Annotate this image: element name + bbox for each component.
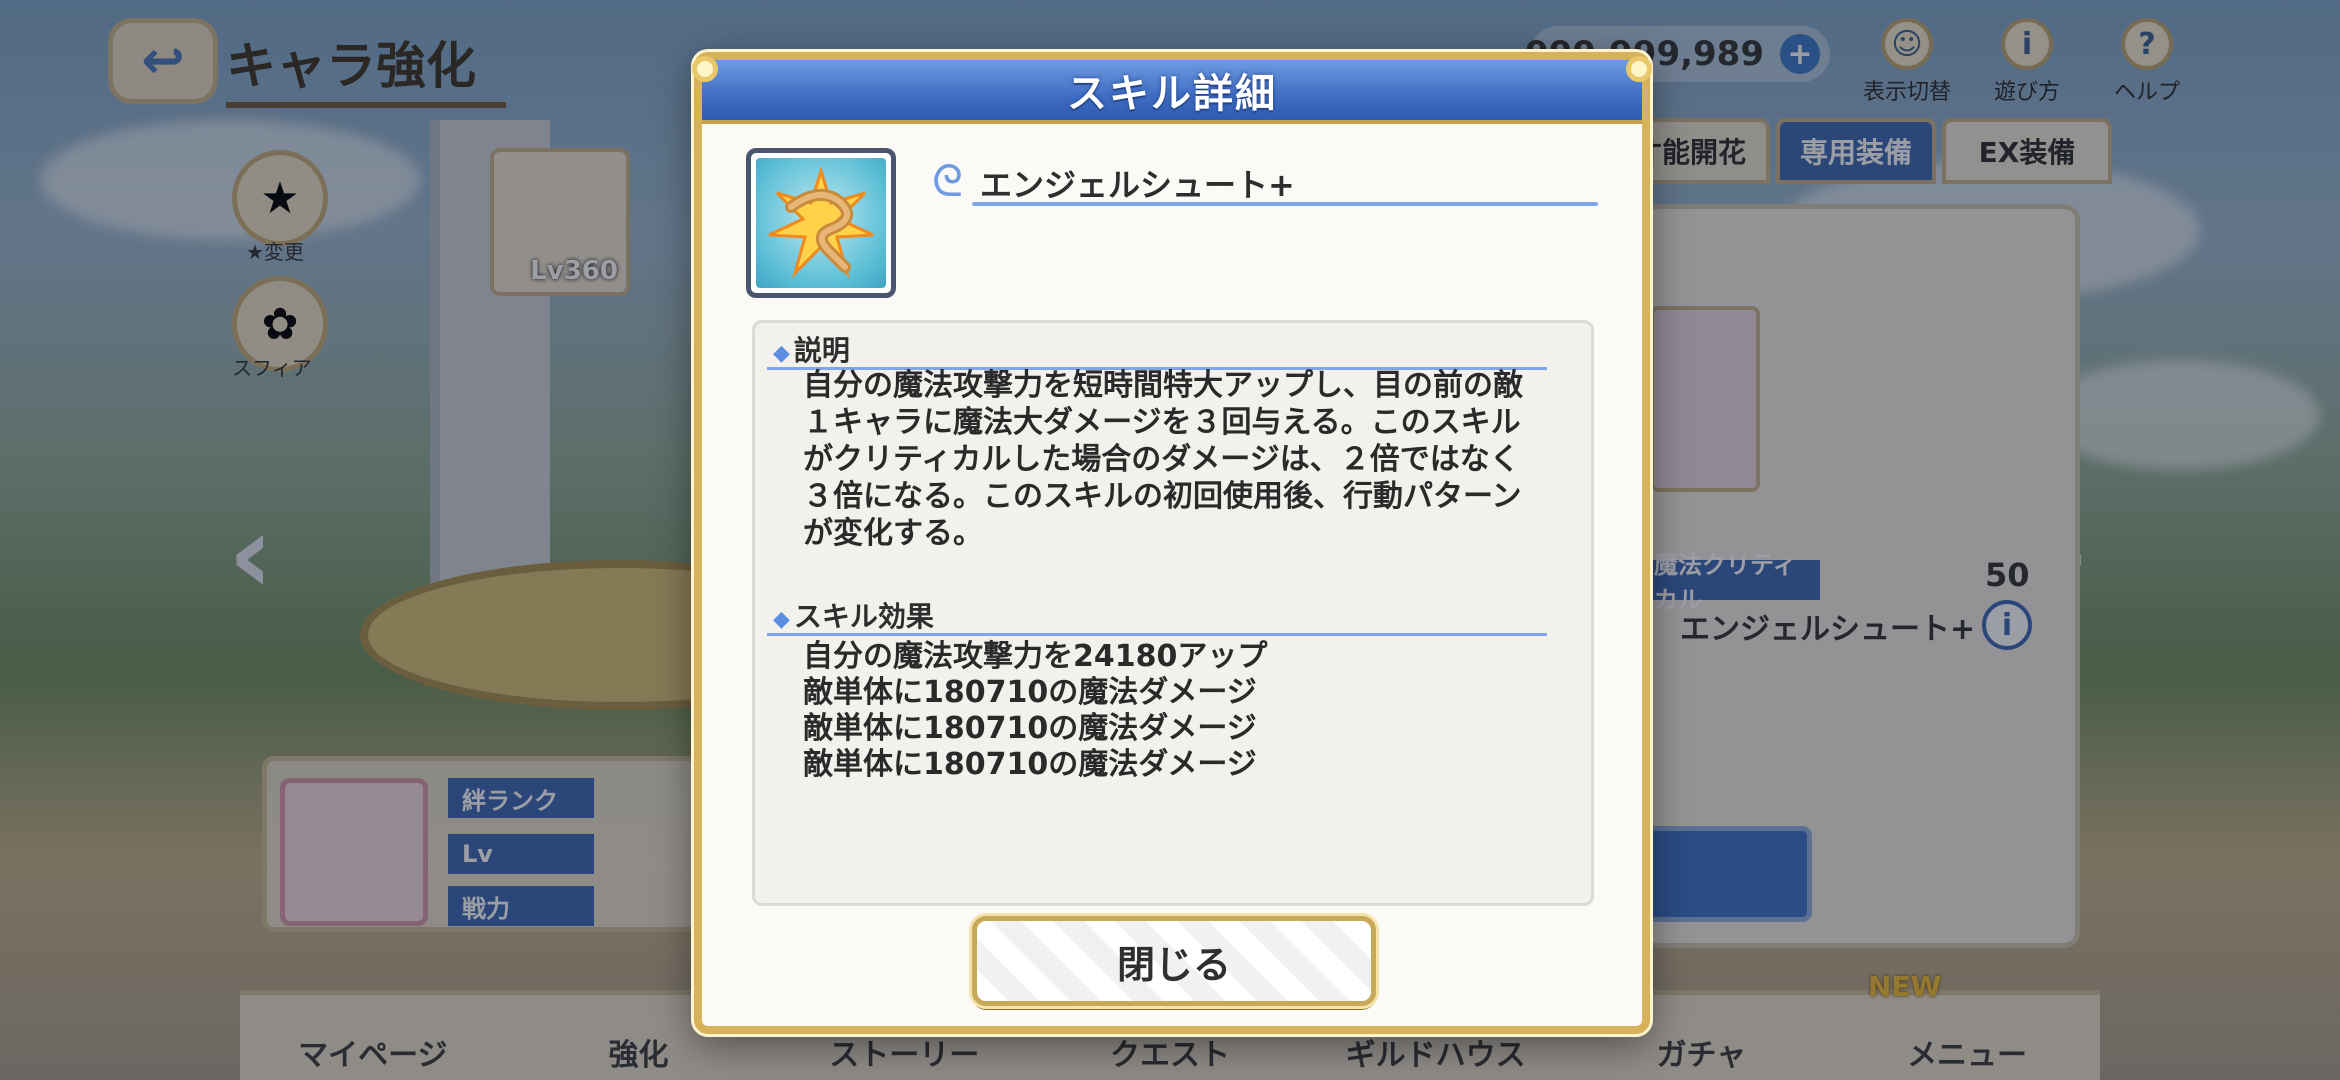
description-line: ３倍になる。このスキルの初回使用後、行動パターン <box>803 479 1522 514</box>
description-heading-text: 説明 <box>793 334 850 367</box>
effect-divider <box>767 633 1547 636</box>
effect-line: 敵単体に180710の魔法ダメージ <box>803 675 1257 710</box>
effect-line: 自分の魔法攻撃力を24180アップ <box>803 639 1268 674</box>
description-line: １キャラに魔法大ダメージを３回与える。このスキル <box>803 405 1521 440</box>
effect-heading: ◆ スキル効果 <box>773 595 934 635</box>
effect-line: 敵単体に180710の魔法ダメージ <box>803 747 1257 782</box>
dialog-header: スキル詳細 <box>702 60 1642 124</box>
angel-shoot-skill-icon <box>756 158 886 288</box>
effect-heading-text: スキル効果 <box>793 600 934 633</box>
description-heading: ◆ 説明 <box>773 329 850 369</box>
skill-description-panel: ◆ 説明 自分の魔法攻撃力を短時間特大アップし、目の前の敵 １キャラに魔法大ダメー… <box>752 320 1594 906</box>
description-line: がクリティカルした場合のダメージは、２倍ではなく <box>803 442 1520 477</box>
description-text: 自分の魔法攻撃力を短時間特大アップし、目の前の敵 １キャラに魔法大ダメージを３回… <box>803 367 1543 552</box>
skill-detail-dialog: スキル詳細 ᘓ エンジェルシュート+ ◆ 説明 自分の魔法攻撃力を短時間特大アップ… <box>692 52 1652 1034</box>
swirl-ornament-icon: ᘓ <box>932 156 963 207</box>
corner-ornament-icon <box>1626 56 1652 82</box>
diamond-bullet-icon: ◆ <box>773 341 790 366</box>
effect-line: 敵単体に180710の魔法ダメージ <box>803 711 1257 746</box>
skill-name-row: ᘓ エンジェルシュート+ <box>932 152 1598 212</box>
description-line: 自分の魔法攻撃力を短時間特大アップし、目の前の敵 <box>803 368 1523 403</box>
skill-icon-frame <box>746 148 896 298</box>
corner-ornament-icon <box>692 56 718 82</box>
bow-burst-icon <box>768 165 874 279</box>
skill-name-underline <box>972 202 1598 206</box>
skill-name: エンジェルシュート+ <box>980 166 1295 204</box>
close-button[interactable]: 閉じる <box>972 916 1376 1006</box>
dialog-title: スキル詳細 <box>1067 71 1277 117</box>
description-line: が変化する。 <box>803 516 983 551</box>
effect-list: 自分の魔法攻撃力を24180アップ 敵単体に180710の魔法ダメージ 敵単体に… <box>803 639 1267 783</box>
diamond-bullet-icon: ◆ <box>773 607 790 632</box>
